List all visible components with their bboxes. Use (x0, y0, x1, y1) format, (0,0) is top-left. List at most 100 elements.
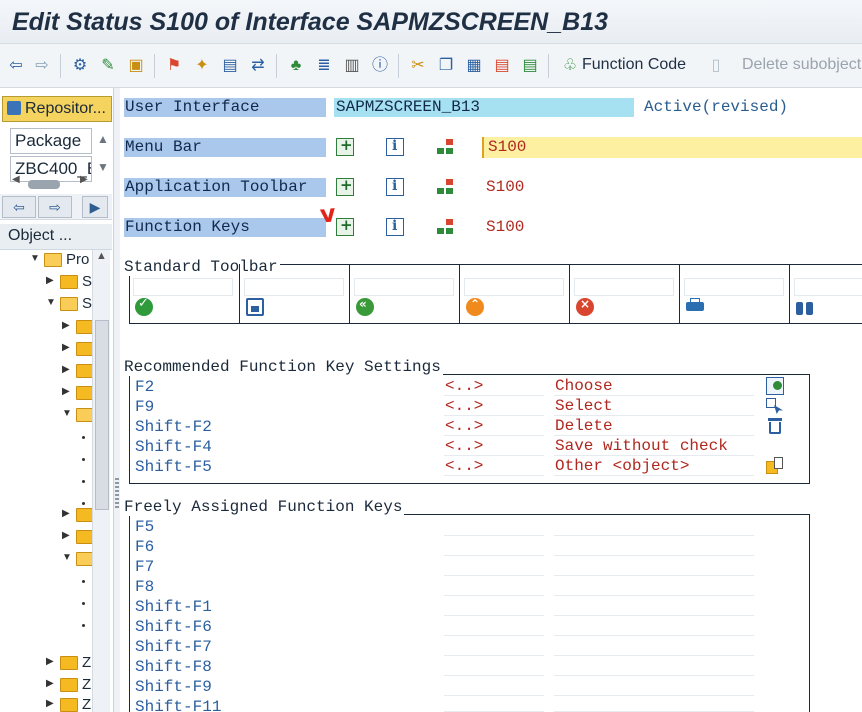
info-icon[interactable] (386, 218, 404, 236)
tree-node[interactable]: ▶ (0, 360, 94, 382)
std-toolbar-slot-enter[interactable]: ✓ (129, 264, 239, 324)
scrollbar-thumb[interactable] (95, 320, 109, 510)
copy-icon[interactable]: ❐ (436, 56, 456, 76)
tree-leaf[interactable] (0, 570, 92, 592)
tree-node[interactable]: ▼ Pro (0, 249, 92, 271)
delete-row-icon[interactable]: ▤ (492, 56, 512, 76)
function-text-input[interactable] (554, 617, 754, 636)
tree-node[interactable]: ▼ S (0, 293, 92, 315)
function-code-input[interactable] (444, 597, 544, 616)
function-code-input[interactable] (444, 697, 544, 712)
tree-node[interactable]: ▼ (0, 548, 94, 570)
function-text-input[interactable]: Choose (554, 377, 754, 396)
forward-arrow-icon[interactable]: ⇨ (32, 56, 52, 76)
info-icon[interactable] (386, 138, 404, 156)
function-code-input[interactable] (444, 677, 544, 696)
function-text-input[interactable] (554, 657, 754, 676)
std-toolbar-slot-find[interactable] (789, 264, 862, 324)
display-change-icon[interactable]: ✎ (98, 56, 118, 76)
tree-node[interactable]: ▶ Z (0, 652, 92, 674)
function-code-icon[interactable]: ♧ (560, 56, 580, 76)
test-icon[interactable]: ▤ (220, 56, 240, 76)
panel-splitter[interactable] (114, 88, 120, 712)
menu-bar-status-field[interactable]: S100 (482, 137, 862, 158)
tree-node[interactable]: ▶ (0, 338, 94, 360)
tree-node[interactable]: ▶ (0, 316, 94, 338)
tree-node[interactable]: ▶ (0, 526, 94, 548)
function-code-input[interactable]: <..> (444, 457, 544, 476)
function-code-input[interactable] (444, 577, 544, 596)
cancel-code-input[interactable] (574, 278, 674, 296)
next-object-icon[interactable]: ⇨ (38, 196, 72, 218)
function-code-input[interactable]: <..> (444, 397, 544, 416)
std-toolbar-slot-save[interactable] (239, 264, 349, 324)
print-code-input[interactable] (684, 278, 784, 296)
function-text-input[interactable]: Save without check (554, 437, 754, 456)
tree-leaf[interactable] (0, 448, 92, 470)
object-column-header[interactable]: Object ... (0, 224, 112, 250)
tree-node[interactable]: ▼ (0, 404, 94, 426)
function-code-input[interactable] (444, 537, 544, 556)
info-icon[interactable]: ⓘ (370, 56, 390, 76)
collapse-function-keys-icon[interactable] (336, 216, 354, 236)
scroll-left-icon[interactable]: ◀ (12, 174, 20, 185)
function-code-input[interactable] (444, 657, 544, 676)
hierarchy-icon[interactable]: ≣ (314, 56, 334, 76)
where-used-tree-icon[interactable] (436, 218, 454, 236)
function-code-input[interactable] (444, 617, 544, 636)
scroll-up-icon[interactable]: ▲ (96, 250, 107, 262)
tree-leaf[interactable] (0, 592, 92, 614)
display-object-list-icon[interactable]: ▥ (342, 56, 362, 76)
dropdown-arrow-icon[interactable]: ▲ (94, 132, 112, 146)
previous-object-icon[interactable]: ⇦ (2, 196, 36, 218)
back-code-input[interactable] (354, 278, 454, 296)
application-toolbar-status-field[interactable]: S100 (482, 177, 862, 198)
function-code-input[interactable]: <..> (444, 377, 544, 396)
back-arrow-icon[interactable]: ⇦ (6, 56, 26, 76)
function-keys-status-field[interactable]: S100 (482, 217, 862, 238)
tree-node[interactable]: ▶ (0, 504, 94, 526)
other-object-icon[interactable]: ⚙ (70, 56, 90, 76)
tree-leaf[interactable] (0, 614, 92, 636)
function-code-button[interactable]: Function Code (582, 56, 686, 74)
check-object-icon[interactable]: ⚑ (164, 56, 184, 76)
tree-node[interactable]: ▶ (0, 382, 94, 404)
find-code-input[interactable] (794, 278, 862, 296)
function-text-input[interactable] (554, 697, 754, 712)
function-text-input[interactable] (554, 517, 754, 536)
function-text-input[interactable]: Delete (554, 417, 754, 436)
scroll-right-icon[interactable]: ▶ (80, 174, 88, 185)
repository-browser-button[interactable]: Repositor... (2, 96, 112, 122)
expand-application-toolbar-icon[interactable] (336, 176, 354, 196)
function-text-input[interactable] (554, 577, 754, 596)
where-used-tree-icon[interactable] (436, 178, 454, 196)
function-text-input[interactable] (554, 637, 754, 656)
active-inactive-icon[interactable]: ▣ (126, 56, 146, 76)
function-code-input[interactable]: <..> (444, 437, 544, 456)
tree-node[interactable]: ▶ Z (0, 674, 92, 696)
save-code-input[interactable] (244, 278, 344, 296)
std-toolbar-slot-print[interactable] (679, 264, 789, 324)
tree-node[interactable]: ▶ Z (0, 694, 92, 712)
activate-icon[interactable]: ✦ (192, 56, 212, 76)
enter-code-input[interactable] (133, 278, 233, 296)
function-text-input[interactable] (554, 537, 754, 556)
delete-subobject-button[interactable]: Delete subobject (742, 56, 861, 74)
function-code-input[interactable]: <..> (444, 417, 544, 436)
std-toolbar-slot-cancel[interactable]: × (569, 264, 679, 324)
function-text-input[interactable] (554, 677, 754, 696)
cut-icon[interactable]: ✂ (408, 56, 428, 76)
std-toolbar-slot-back[interactable]: « (349, 264, 459, 324)
std-toolbar-slot-exit[interactable]: ⌃ (459, 264, 569, 324)
function-text-input[interactable] (554, 597, 754, 616)
paste-icon[interactable]: ▦ (464, 56, 484, 76)
where-used-icon[interactable]: ⇄ (248, 56, 268, 76)
more-options-icon[interactable]: ▶ (82, 196, 108, 218)
vertical-scrollbar[interactable]: ▲ (92, 250, 110, 712)
object-type-dropdown[interactable]: Package (10, 128, 92, 154)
function-text-input[interactable] (554, 557, 754, 576)
exit-code-input[interactable] (464, 278, 564, 296)
function-code-input[interactable] (444, 637, 544, 656)
tree-leaf[interactable] (0, 426, 92, 448)
horizontal-scrollbar[interactable]: ◀ ▶ (10, 174, 92, 190)
